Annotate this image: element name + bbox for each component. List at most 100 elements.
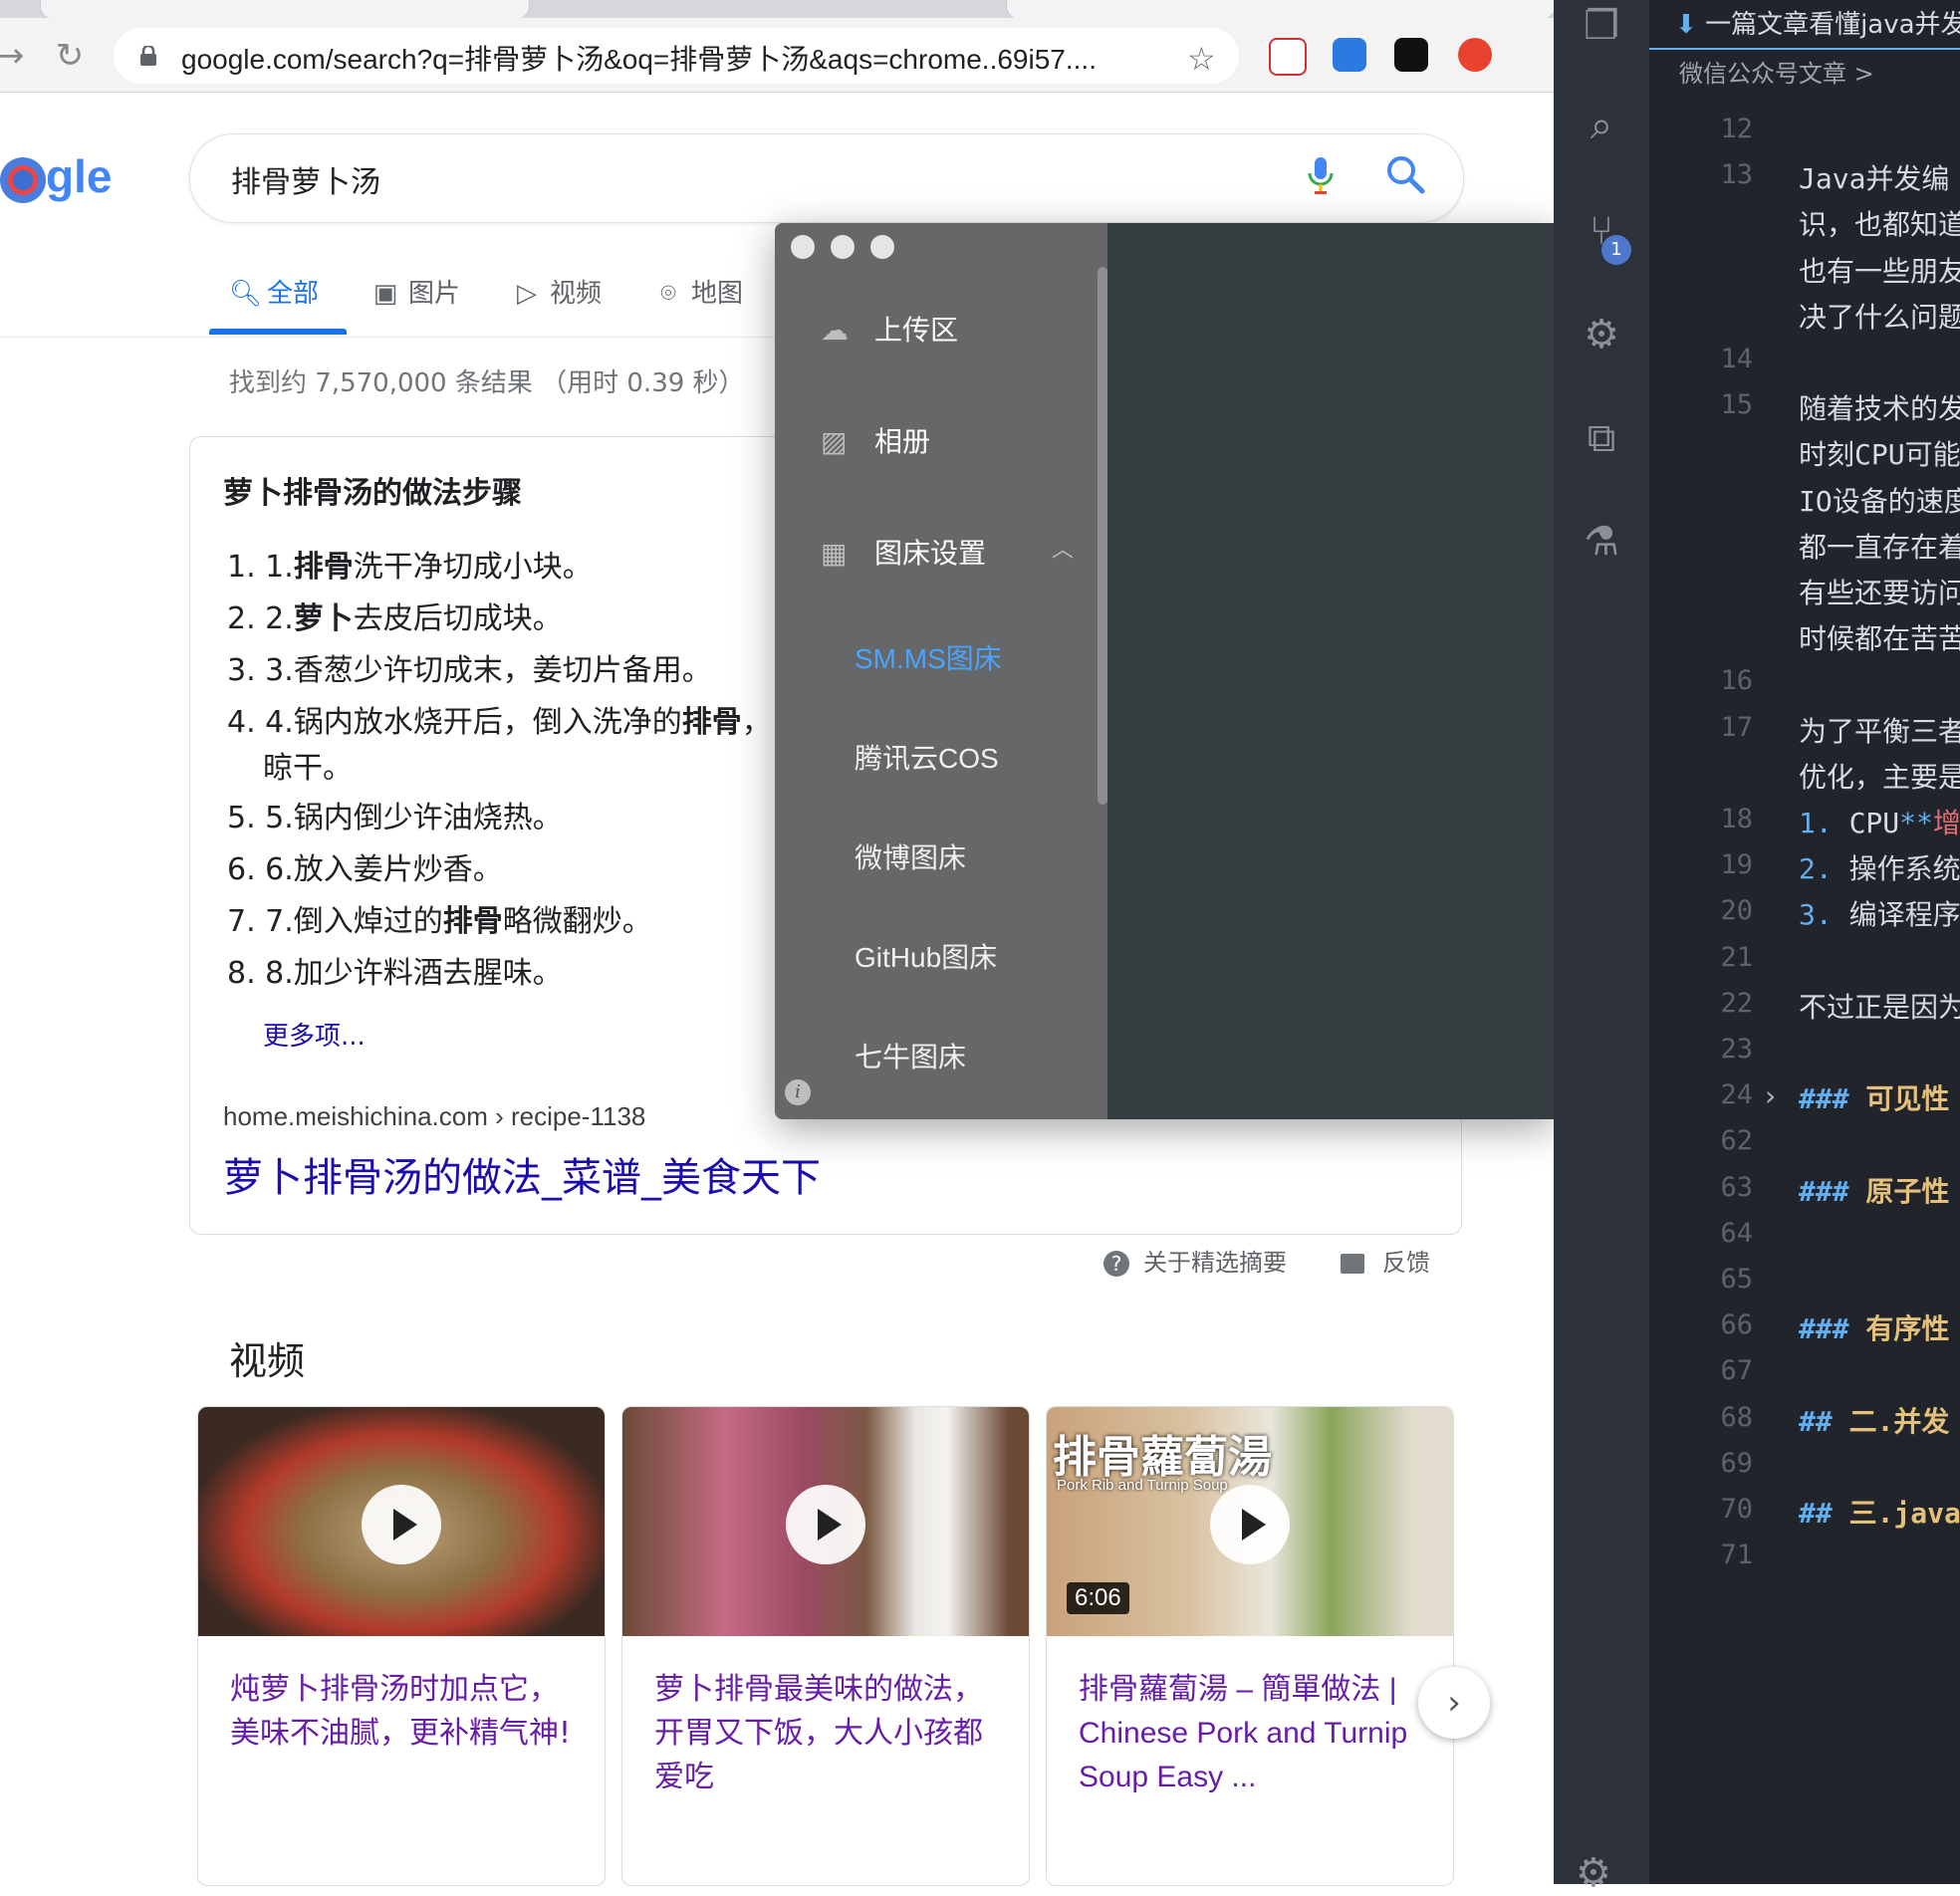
submenu-tencent-cos[interactable]: 腾讯云COS	[855, 737, 999, 777]
more-items-link[interactable]: 更多项...	[263, 1016, 366, 1053]
save-extension-icon[interactable]	[1333, 38, 1366, 72]
code-line[interactable]: 2. 操作系统	[1799, 847, 1960, 887]
video-card[interactable]: 炖萝卜排骨汤时加点它，美味不油腻，更补精气神!	[197, 1406, 606, 1886]
fold-chevron-icon[interactable]: ›	[1765, 1079, 1776, 1112]
picgo-main-panel	[1107, 223, 1554, 1119]
forward-icon[interactable]: →	[0, 36, 30, 76]
sidebar-scrollbar[interactable]	[1098, 267, 1107, 805]
step-keyword: 排骨	[681, 705, 742, 740]
code-line[interactable]: ### 可见性	[1799, 1077, 1949, 1117]
submenu-github[interactable]: GitHub图床	[855, 936, 997, 976]
search-icon[interactable]: ⌕	[1576, 100, 1627, 151]
code-line[interactable]: ### 有序性	[1799, 1307, 1949, 1347]
code-line[interactable]: 3. 编译程序	[1799, 893, 1960, 933]
image-icon: ▣	[372, 279, 398, 309]
infinity-extension-icon[interactable]	[1458, 38, 1492, 72]
code-line[interactable]: 有些还要访问	[1799, 572, 1960, 611]
code-line[interactable]: ## 三.java	[1799, 1492, 1960, 1532]
microphone-icon[interactable]	[1307, 155, 1335, 197]
code-line[interactable]: IO设备的速度	[1799, 480, 1960, 520]
step-text: 5.锅内倒少许油烧热。	[265, 801, 563, 835]
url-text[interactable]: google.com/search?q=排骨萝卜汤&oq=排骨萝卜汤&aqs=c…	[181, 38, 1097, 78]
code-line[interactable]: 优化，主要是	[1799, 756, 1960, 796]
tab-videos[interactable]: ▷ 视频	[512, 273, 602, 310]
play-icon[interactable]	[786, 1485, 865, 1564]
menu-upload[interactable]: ☁ 上传区	[821, 309, 958, 349]
code-line[interactable]: 决了什么问题	[1799, 296, 1960, 336]
video-title[interactable]: 炖萝卜排骨汤时加点它，美味不油腻，更补精气神!	[230, 1668, 579, 1756]
carousel-next-button[interactable]: ›	[1418, 1667, 1490, 1739]
tab-all[interactable]: 🔍︎ 全部	[229, 273, 319, 310]
debug-icon[interactable]: ⚙	[1576, 309, 1627, 360]
video-card[interactable]: 萝卜排骨最美味的做法，开胃又下饭，大人小孩都爱吃	[621, 1406, 1030, 1886]
code-line[interactable]: 1. CPU**增	[1799, 802, 1960, 841]
code-line[interactable]: 为了平衡三者	[1799, 710, 1960, 750]
search-input[interactable]: 排骨萝卜汤	[231, 157, 380, 201]
code-line[interactable]: 不过正是因为	[1799, 986, 1960, 1026]
extensions-icon[interactable]: ⧉	[1576, 412, 1627, 464]
step-text: 4.锅内放水烧开后，倒入洗净的	[265, 705, 682, 740]
step-number: 3.	[227, 653, 266, 688]
reload-icon[interactable]: ↻	[50, 36, 90, 76]
activity-bar	[1554, 0, 1649, 1884]
tampermonkey-extension-icon[interactable]	[1394, 38, 1428, 72]
play-icon[interactable]	[1210, 1485, 1290, 1564]
submenu-qiniu[interactable]: 七牛图床	[855, 1036, 966, 1075]
line-number: 19	[1720, 849, 1753, 880]
info-icon[interactable]: i	[785, 1079, 811, 1105]
video-icon: ▷	[517, 279, 537, 309]
about-snippet-link[interactable]: ? 关于精选摘要	[1103, 1243, 1287, 1278]
testing-icon[interactable]: ⚗	[1576, 516, 1627, 568]
code-line[interactable]: 识，也都知道	[1799, 203, 1960, 243]
video-thumbnail[interactable]: 排骨蘿蔔湯 Pork Rib and Turnip Soup 6:06	[1047, 1407, 1453, 1636]
submenu-weibo[interactable]: 微博图床	[855, 836, 966, 876]
snippet-step: 8. 8.加少许料酒去腥味。	[227, 948, 563, 992]
browser-tab[interactable]	[40, 0, 530, 20]
feedback-link[interactable]: 反馈	[1341, 1243, 1430, 1278]
video-title[interactable]: 萝卜排骨最美味的做法，开胃又下饭，大人小孩都爱吃	[654, 1668, 1003, 1799]
translate-extension-icon[interactable]	[1269, 38, 1307, 76]
step-keyword: 排骨	[293, 550, 354, 585]
snippet-step: 3. 3.香葱少许切成末，姜切片备用。	[227, 645, 712, 689]
code-line[interactable]: 时候都在苦苦	[1799, 617, 1960, 657]
google-logo[interactable]: gle	[0, 149, 112, 203]
editor-tab-title[interactable]: ⬇ 一篇文章看懂java并发	[1675, 4, 1960, 41]
settings-gear-icon[interactable]: ⚙	[1576, 1850, 1611, 1896]
line-number: 67	[1720, 1355, 1753, 1386]
code-line[interactable]: 都一直存在着	[1799, 526, 1960, 566]
menu-gallery[interactable]: ▨ 相册	[821, 420, 930, 460]
line-number: 71	[1720, 1540, 1753, 1570]
code-line[interactable]: 也有一些朋友	[1799, 250, 1960, 290]
markdown-icon: ⬇	[1675, 10, 1706, 40]
tab-maps[interactable]: ⌾ 地图	[653, 273, 743, 310]
tab-images[interactable]: ▣ 图片	[370, 273, 460, 310]
picgo-sidebar: ☁ 上传区 ▨ 相册 ▦ 图床设置 ︿ SM.MS图床 腾讯云COS 微博图床 Git…	[775, 223, 1107, 1119]
result-breadcrumb[interactable]: home.meishichina.com › recipe-1138	[223, 1101, 645, 1132]
video-title[interactable]: 排骨蘿蔔湯 – 簡單做法 | Chinese Pork and Turnip S…	[1079, 1668, 1427, 1799]
video-thumbnail[interactable]	[622, 1407, 1029, 1636]
code-line[interactable]: ### 原子性	[1799, 1170, 1949, 1210]
code-line[interactable]: ## 二.并发	[1799, 1400, 1949, 1440]
play-icon[interactable]	[362, 1485, 441, 1564]
code-line[interactable]: 随着技术的发	[1799, 387, 1960, 427]
window-maximize-button[interactable]	[870, 235, 894, 259]
explorer-icon[interactable]: ❐	[1576, 0, 1627, 52]
menu-picbed-settings[interactable]: ▦ 图床设置	[821, 532, 986, 572]
window-minimize-button[interactable]	[831, 235, 855, 259]
window-close-button[interactable]	[791, 235, 815, 259]
search-box[interactable]	[189, 133, 1464, 223]
code-line[interactable]: 时刻CPU可能	[1799, 433, 1960, 473]
line-number: 22	[1720, 988, 1753, 1019]
lock-icon	[140, 46, 156, 66]
browser-tab[interactable]	[1006, 0, 1556, 20]
chevron-up-icon[interactable]: ︿	[1052, 532, 1074, 564]
search-icon[interactable]	[1384, 153, 1426, 195]
step-number: 4.	[227, 705, 266, 740]
result-title-link[interactable]: 萝卜排骨汤的做法_菜谱_美食天下	[223, 1145, 821, 1203]
submenu-smms[interactable]: SM.MS图床	[855, 637, 1002, 677]
video-card[interactable]: 排骨蘿蔔湯 Pork Rib and Turnip Soup 6:06 排骨蘿蔔…	[1046, 1406, 1454, 1886]
editor-breadcrumb[interactable]: 微信公众号文章 >	[1679, 54, 1874, 89]
video-thumbnail[interactable]	[198, 1407, 605, 1636]
code-line[interactable]: Java并发编	[1799, 157, 1949, 197]
bookmark-star-icon[interactable]: ☆	[1187, 40, 1216, 78]
